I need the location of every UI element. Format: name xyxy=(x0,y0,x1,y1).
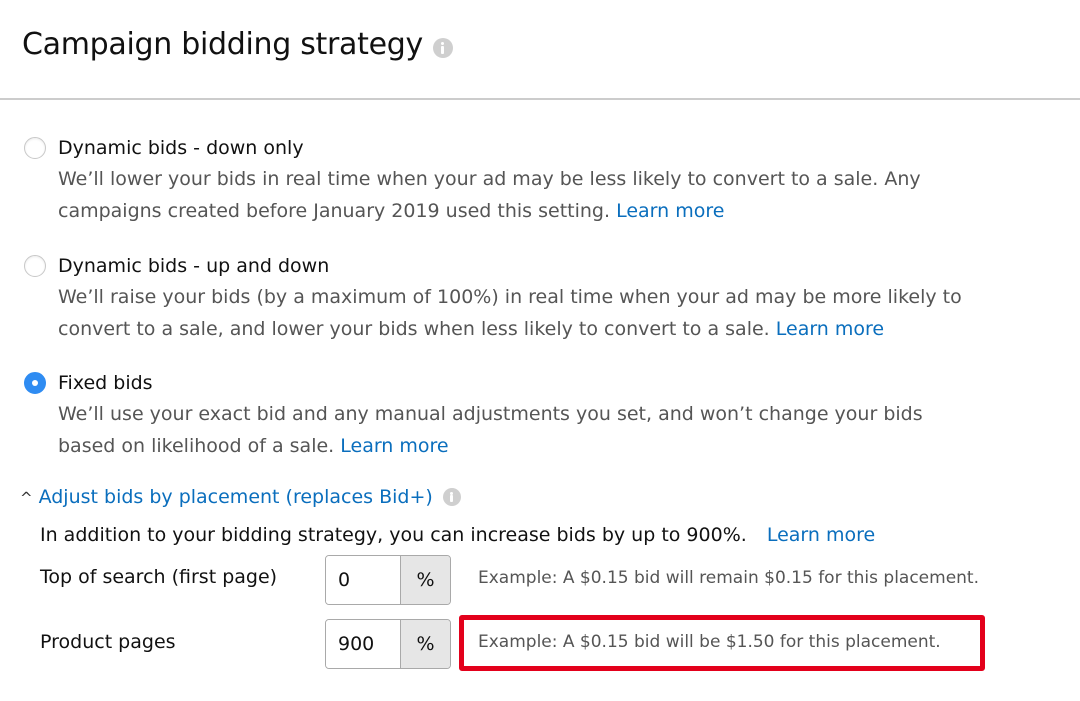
info-icon[interactable] xyxy=(442,488,461,506)
product-pages-value-field[interactable] xyxy=(326,620,400,668)
section-header: Campaign bidding strategy xyxy=(0,0,1080,100)
product-pages-example: Example: A $0.15 bid will be $1.50 for t… xyxy=(478,632,941,652)
adjust-bids-by-placement-toggle[interactable]: ^ Adjust bids by placement (replaces Bid… xyxy=(20,486,461,508)
radio-button-fixed-selected[interactable] xyxy=(24,372,46,394)
product-pages-percent-input[interactable]: % xyxy=(325,619,451,669)
adjust-bids-by-placement-link[interactable]: Adjust bids by placement (replaces Bid+) xyxy=(39,486,433,508)
learn-more-link[interactable]: Learn more xyxy=(776,318,884,340)
caret-up-icon[interactable]: ^ xyxy=(20,489,33,507)
option-description: We’ll use your exact bid and any manual … xyxy=(58,403,923,457)
option-label[interactable]: Fixed bids xyxy=(58,369,153,397)
campaign-bidding-strategy-panel: Campaign bidding strategy Dynamic bids -… xyxy=(0,0,1080,701)
option-description: We’ll lower your bids in real time when … xyxy=(58,168,921,222)
placement-label-top-of-search: Top of search (first page) xyxy=(40,566,278,588)
page-title-text: Campaign bidding strategy xyxy=(22,27,423,62)
learn-more-link[interactable]: Learn more xyxy=(767,524,875,546)
percent-suffix: % xyxy=(400,620,450,668)
learn-more-link[interactable]: Learn more xyxy=(340,435,448,457)
placement-intro: In addition to your bidding strategy, yo… xyxy=(40,524,876,546)
radio-button-down-only[interactable] xyxy=(24,137,46,159)
option-label[interactable]: Dynamic bids - up and down xyxy=(58,252,329,280)
page-title: Campaign bidding strategy xyxy=(22,27,453,62)
top-of-search-example: Example: A $0.15 bid will remain $0.15 f… xyxy=(478,568,980,588)
option-label[interactable]: Dynamic bids - down only xyxy=(58,134,304,162)
learn-more-link[interactable]: Learn more xyxy=(616,200,724,222)
radio-button-up-and-down[interactable] xyxy=(24,255,46,277)
top-of-search-value-field[interactable] xyxy=(326,556,400,604)
info-icon[interactable] xyxy=(432,37,453,58)
option-description: We’ll raise your bids (by a maximum of 1… xyxy=(58,286,962,340)
percent-suffix: % xyxy=(400,556,450,604)
top-of-search-percent-input[interactable]: % xyxy=(325,555,451,605)
placement-label-product-pages: Product pages xyxy=(40,631,176,653)
